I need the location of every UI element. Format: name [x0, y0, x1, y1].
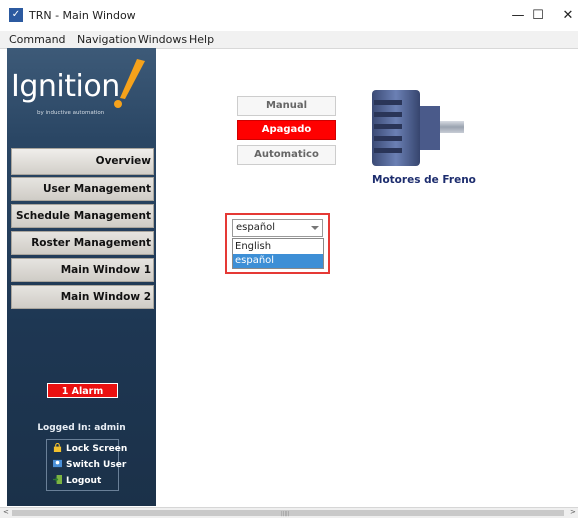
logo-subtitle: by inductive automation: [37, 110, 105, 116]
nav-schedule-management[interactable]: Schedule Management: [11, 204, 154, 228]
language-option-english[interactable]: English: [233, 240, 323, 254]
scroll-right-icon[interactable]: >: [570, 508, 576, 516]
scroll-left-icon[interactable]: <: [3, 508, 9, 516]
motor-icon: [372, 90, 464, 166]
horizontal-scrollbar[interactable]: < ||||| >: [0, 507, 578, 518]
apagado-button[interactable]: Apagado: [237, 120, 336, 140]
alarm-indicator[interactable]: 1 Alarm: [47, 383, 118, 398]
language-option-espanol[interactable]: español: [233, 254, 323, 268]
close-button[interactable]: ✕: [548, 0, 578, 31]
motor-label: Motores de Freno: [372, 174, 476, 186]
logout-button[interactable]: Logout: [53, 475, 101, 486]
language-dropdown[interactable]: español: [232, 219, 323, 237]
menu-bar: Command Navigation Windows Help: [0, 31, 578, 49]
automatico-button[interactable]: Automatico: [237, 145, 336, 165]
ignition-logo: Ignition by inductive automation: [11, 55, 151, 125]
user-actions: Lock Screen Switch User Logout: [46, 439, 127, 491]
language-options: English español: [232, 238, 324, 269]
nav-main-window-2[interactable]: Main Window 2: [11, 285, 154, 309]
menu-help[interactable]: Help: [189, 33, 214, 46]
app-icon: ✓: [9, 8, 23, 22]
menu-navigation[interactable]: Navigation: [77, 33, 136, 46]
menu-windows[interactable]: Windows: [138, 33, 187, 46]
logged-in-label: Logged In: admin: [37, 423, 126, 433]
lock-screen-button[interactable]: Lock Screen: [53, 443, 127, 454]
manual-button[interactable]: Manual: [237, 96, 336, 116]
lock-icon: [53, 443, 62, 452]
nav-user-management[interactable]: User Management: [11, 177, 154, 201]
scroll-grip-icon: |||||: [281, 511, 290, 517]
switch-user-icon: [53, 459, 62, 468]
nav-overview[interactable]: Overview: [11, 148, 154, 175]
title-bar: ✓ TRN - Main Window — ☐ ✕: [0, 0, 578, 32]
switch-user-button[interactable]: Switch User: [53, 459, 126, 470]
logo-mark-icon: [114, 59, 145, 108]
window-title: TRN - Main Window: [29, 9, 136, 22]
logout-icon: [53, 475, 62, 484]
nav-roster-management[interactable]: Roster Management: [11, 231, 154, 255]
menu-command[interactable]: Command: [9, 33, 66, 46]
chevron-down-icon[interactable]: [311, 226, 319, 230]
language-selected: español: [236, 222, 276, 233]
nav-main-window-1[interactable]: Main Window 1: [11, 258, 154, 282]
